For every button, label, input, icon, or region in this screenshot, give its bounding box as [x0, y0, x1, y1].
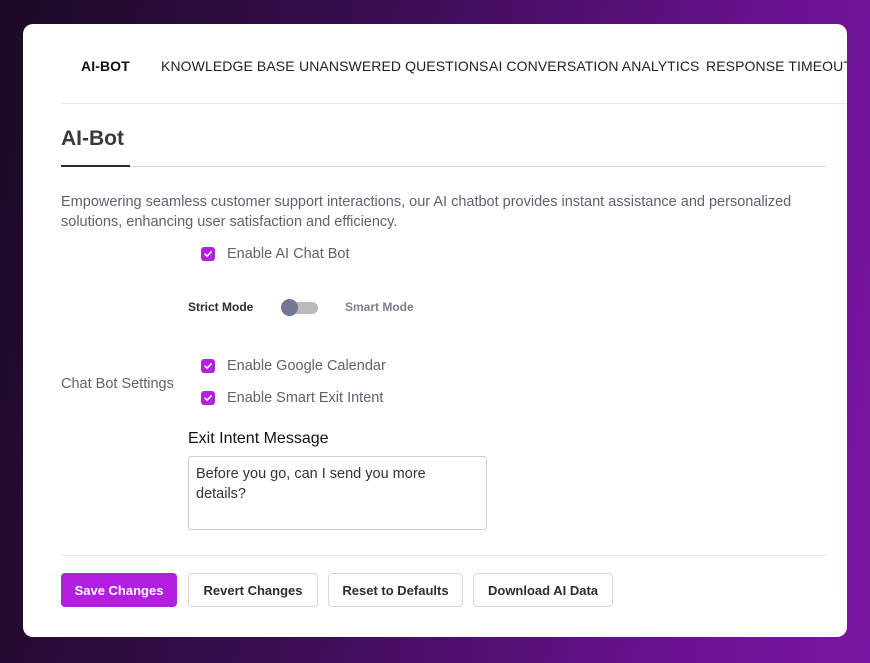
save-changes-button[interactable]: Save Changes [61, 573, 177, 607]
checkbox-checked-icon [201, 391, 215, 405]
nav-divider [61, 103, 847, 104]
enable-google-calendar-label: Enable Google Calendar [227, 358, 386, 374]
revert-changes-button[interactable]: Revert Changes [188, 573, 318, 607]
title-underline [61, 165, 130, 167]
tab-knowledge-base[interactable]: KNOWLEDGE BASE [161, 58, 295, 74]
tab-unanswered-questions[interactable]: UNANSWERED QUESTIONS [299, 58, 488, 74]
toggle-knob [281, 299, 298, 316]
tab-ai-bot[interactable]: AI-BOT [81, 58, 130, 74]
tab-ai-conversation-analytics[interactable]: AI CONVERSATION ANALYTICS [489, 58, 699, 74]
page-description: Empowering seamless customer support int… [61, 194, 792, 230]
checkbox-checked-icon [201, 247, 215, 261]
enable-ai-chat-bot-checkbox[interactable]: Enable AI Chat Bot [201, 246, 350, 262]
exit-intent-title: Exit Intent Message [188, 430, 329, 447]
enable-smart-exit-intent-label: Enable Smart Exit Intent [227, 390, 384, 406]
settings-card: AI-BOT KNOWLEDGE BASE UNANSWERED QUESTIO… [23, 24, 847, 637]
checkbox-checked-icon [201, 359, 215, 373]
mode-toggle[interactable] [281, 299, 318, 316]
strict-mode-label: Strict Mode [188, 300, 254, 314]
actions-divider [61, 555, 827, 556]
enable-smart-exit-intent-checkbox[interactable]: Enable Smart Exit Intent [201, 390, 383, 406]
title-divider [130, 166, 827, 167]
chat-bot-settings-label: Chat Bot Settings [61, 376, 174, 392]
download-ai-data-button[interactable]: Download AI Data [473, 573, 613, 607]
tab-response-timeout[interactable]: RESPONSE TIMEOUT [706, 58, 847, 74]
page-title: AI-Bot [61, 127, 124, 150]
exit-intent-message-input[interactable]: Before you go, can I send you more detai… [188, 456, 487, 530]
reset-to-defaults-button[interactable]: Reset to Defaults [328, 573, 463, 607]
smart-mode-label: Smart Mode [345, 300, 414, 314]
top-nav: AI-BOT KNOWLEDGE BASE UNANSWERED QUESTIO… [23, 24, 847, 104]
enable-ai-chat-bot-label: Enable AI Chat Bot [227, 246, 350, 262]
enable-google-calendar-checkbox[interactable]: Enable Google Calendar [201, 358, 386, 374]
